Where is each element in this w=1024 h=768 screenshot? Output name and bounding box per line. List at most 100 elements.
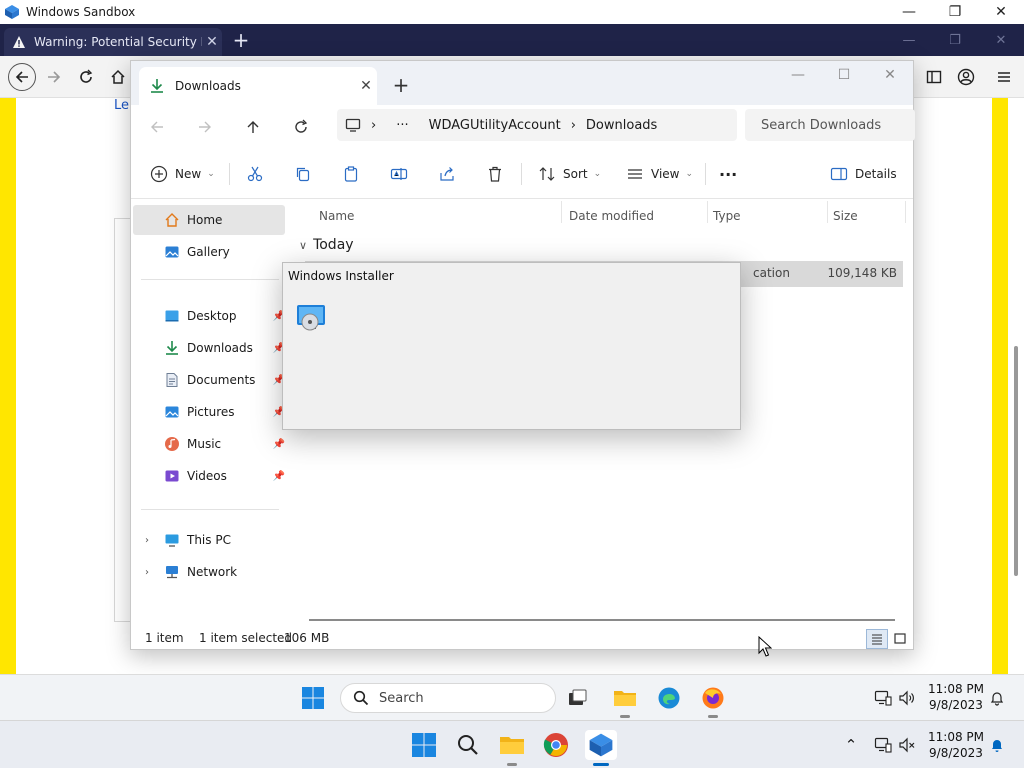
- nav-item-gallery[interactable]: Gallery: [133, 237, 285, 267]
- group-header-today[interactable]: ∨ Today: [299, 237, 354, 253]
- forward-button[interactable]: [42, 65, 66, 89]
- page-scrollbar[interactable]: [1014, 346, 1018, 576]
- pin-icon: 📌: [272, 470, 285, 482]
- explorer-back-button[interactable]: [145, 115, 169, 139]
- volume-button[interactable]: [892, 683, 922, 713]
- nav-item-music[interactable]: Music 📌: [133, 429, 285, 459]
- host-volume-button[interactable]: [892, 730, 922, 760]
- windows-installer-dialog[interactable]: Windows Installer: [282, 262, 741, 430]
- explorer-refresh-button[interactable]: [289, 115, 313, 139]
- explorer-minimize-button[interactable]: —: [775, 61, 821, 89]
- browser-tab-close-button[interactable]: ✕: [202, 34, 222, 50]
- taskbar-file-explorer[interactable]: [610, 683, 640, 713]
- nav-divider: [141, 279, 279, 280]
- task-view-icon: [569, 689, 587, 705]
- page-link[interactable]: Le: [114, 98, 129, 113]
- host-search-button[interactable]: [453, 730, 483, 760]
- details-pane-button[interactable]: Details: [829, 161, 897, 187]
- search-input[interactable]: Search Downloads: [745, 109, 915, 141]
- share-button[interactable]: [437, 161, 457, 187]
- sort-button[interactable]: Sort ⌄: [537, 161, 601, 187]
- clock-date: 9/8/2023: [929, 746, 983, 760]
- notifications-button[interactable]: [982, 683, 1012, 713]
- column-header-type[interactable]: Type: [713, 209, 741, 223]
- account-button[interactable]: [954, 65, 978, 89]
- horizontal-scrollbar[interactable]: [309, 619, 895, 621]
- more-options-button[interactable]: ···: [719, 161, 737, 187]
- start-button[interactable]: [298, 683, 328, 713]
- folder-icon: [500, 737, 524, 754]
- host-clock[interactable]: 11:08 PM 9/8/2023: [924, 729, 988, 761]
- back-button[interactable]: [8, 63, 36, 91]
- browser-restore-icon: ❐: [949, 32, 961, 48]
- scissors-icon: [245, 164, 265, 184]
- nav-item-this-pc[interactable]: › This PC: [133, 525, 285, 555]
- sandbox-taskbar: Search 11:08 PM 9/8/2023: [0, 674, 1024, 720]
- nav-item-network[interactable]: › Network: [133, 557, 285, 587]
- taskbar-search-box[interactable]: Search: [340, 683, 556, 713]
- taskbar-firefox[interactable]: [698, 683, 728, 713]
- nav-item-home[interactable]: Home: [133, 205, 285, 235]
- nav-item-documents[interactable]: Documents 📌: [133, 365, 285, 395]
- expand-chevron-icon[interactable]: ›: [145, 535, 149, 546]
- column-header-date[interactable]: Date modified: [569, 209, 654, 223]
- address-bar[interactable]: › ··· WDAGUtilityAccount › Downloads: [337, 109, 737, 141]
- taskbar-edge[interactable]: [654, 683, 684, 713]
- nav-item-videos[interactable]: Videos 📌: [133, 461, 285, 491]
- explorer-new-tab-button[interactable]: +: [389, 73, 413, 97]
- monitor-icon: [345, 118, 361, 132]
- explorer-tab-label: Downloads: [175, 79, 241, 93]
- host-chrome[interactable]: [541, 730, 571, 760]
- sandbox-clock[interactable]: 11:08 PM 9/8/2023: [924, 681, 988, 713]
- new-button[interactable]: New ⌄: [149, 161, 215, 187]
- copy-button[interactable]: [293, 161, 313, 187]
- explorer-tab-close-button[interactable]: ✕: [355, 78, 377, 94]
- expand-chevron-icon[interactable]: ›: [145, 567, 149, 578]
- column-divider: [905, 201, 906, 223]
- explorer-forward-button[interactable]: [193, 115, 217, 139]
- column-header-size[interactable]: Size: [833, 209, 858, 223]
- share-icon: [437, 164, 457, 184]
- browser-tab[interactable]: Warning: Potential Security Ris ✕: [4, 28, 222, 56]
- view-button[interactable]: View ⌄: [625, 161, 693, 187]
- divider: [521, 163, 522, 185]
- cut-button[interactable]: [245, 161, 265, 187]
- column-header-name[interactable]: Name: [319, 209, 354, 223]
- address-segment-downloads[interactable]: Downloads: [586, 118, 657, 133]
- show-hidden-icons-button[interactable]: ⌃: [836, 730, 866, 760]
- nav-item-label: Documents: [187, 373, 256, 387]
- reader-view-button[interactable]: [922, 65, 946, 89]
- paste-button[interactable]: [341, 161, 361, 187]
- nav-item-pictures[interactable]: Pictures 📌: [133, 397, 285, 427]
- explorer-up-button[interactable]: [241, 115, 265, 139]
- clock-time: 11:08 PM: [928, 730, 984, 744]
- home-button[interactable]: [106, 65, 130, 89]
- host-file-explorer[interactable]: [497, 730, 527, 760]
- address-more-button[interactable]: ···: [396, 118, 408, 133]
- nav-item-desktop[interactable]: Desktop 📌: [133, 301, 285, 331]
- delete-button[interactable]: [485, 161, 505, 187]
- rename-button[interactable]: [389, 161, 409, 187]
- details-view-button[interactable]: [866, 629, 888, 649]
- reload-icon: [80, 69, 93, 83]
- host-windows-sandbox[interactable]: [585, 730, 617, 760]
- explorer-maximize-button[interactable]: ☐: [821, 61, 867, 89]
- view-label: View: [651, 167, 680, 181]
- sandbox-minimize-button[interactable]: —: [886, 0, 932, 24]
- task-view-button[interactable]: [562, 683, 592, 713]
- tiles-view-button[interactable]: [891, 629, 909, 649]
- downloads-icon: [163, 339, 181, 357]
- file-type: cation: [753, 266, 790, 280]
- nav-item-downloads[interactable]: Downloads 📌: [133, 333, 285, 363]
- folder-icon: [614, 691, 636, 706]
- sandbox-close-button[interactable]: ✕: [978, 0, 1024, 24]
- explorer-close-button[interactable]: ✕: [867, 61, 913, 89]
- sandbox-maximize-button[interactable]: ❐: [932, 0, 978, 24]
- menu-button[interactable]: [992, 65, 1016, 89]
- browser-new-tab-button[interactable]: +: [228, 28, 254, 52]
- host-start-button[interactable]: [409, 730, 439, 760]
- host-notifications-button[interactable]: [982, 730, 1012, 760]
- reload-button[interactable]: [74, 65, 98, 89]
- explorer-tab[interactable]: Downloads ✕: [139, 67, 377, 105]
- address-segment-user[interactable]: WDAGUtilityAccount: [429, 118, 561, 133]
